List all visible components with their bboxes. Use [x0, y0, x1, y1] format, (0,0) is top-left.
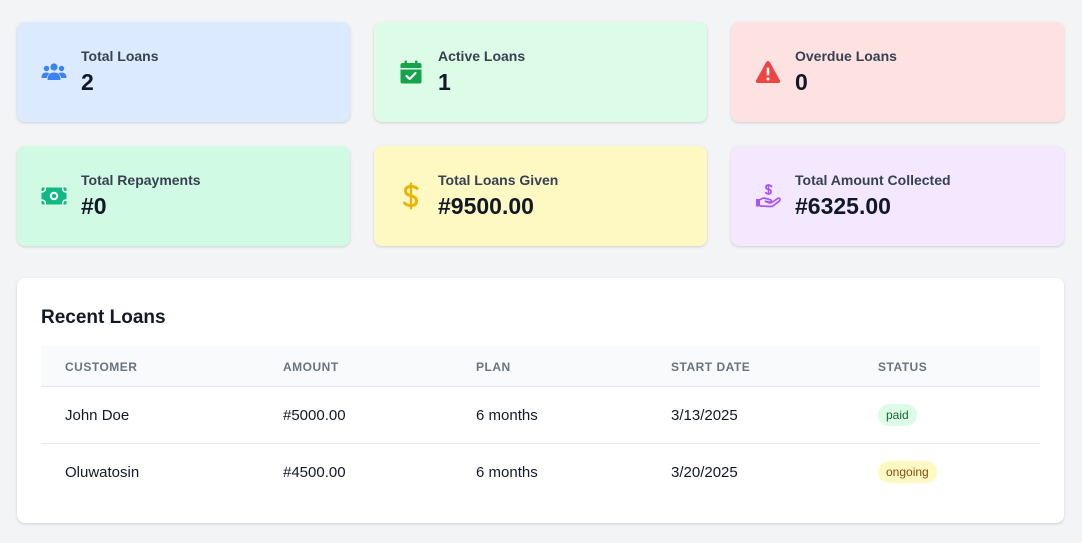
start-date-cell: 3/13/2025: [671, 407, 738, 424]
stat-label: Total Loans: [81, 48, 159, 64]
status-badge: paid: [878, 404, 917, 426]
warning-icon: [755, 59, 781, 85]
start-date-cell: 3/20/2025: [671, 464, 738, 481]
panel-title: Recent Loans: [41, 307, 166, 328]
dollar-icon: [398, 182, 424, 210]
money-bill-icon: [41, 183, 67, 209]
stat-value: #9500.00: [438, 193, 534, 219]
hand-holding-dollar-icon: [755, 183, 781, 209]
plan-cell: 6 months: [476, 464, 538, 481]
stat-card-total-repayments: Total Repayments #0: [17, 146, 350, 246]
customer-cell: John Doe: [65, 407, 130, 424]
stat-label: Active Loans: [438, 48, 526, 64]
table-row[interactable]: John Doe #5000.00 6 months 3/13/2025 pai…: [41, 387, 1040, 444]
column-header-plan: PLAN: [476, 360, 511, 374]
amount-cell: #5000.00: [283, 407, 346, 424]
amount-cell: #4500.00: [283, 464, 346, 481]
table-header: CUSTOMER AMOUNT PLAN START DATE STATUS: [41, 346, 1040, 387]
stat-card-active-loans: Active Loans 1: [374, 22, 707, 122]
status-badge: ongoing: [878, 461, 937, 483]
stat-value: 2: [81, 69, 94, 95]
stat-label: Total Loans Given: [438, 172, 559, 188]
stat-card-total-loans-given: Total Loans Given #9500.00: [374, 146, 707, 246]
column-header-start-date: START DATE: [671, 360, 751, 374]
stat-value: #6325.00: [795, 193, 891, 219]
stat-value: #0: [81, 193, 107, 219]
stat-card-total-amount-collected: Total Amount Collected #6325.00: [731, 146, 1064, 246]
stat-card-total-loans: Total Loans 2: [17, 22, 350, 122]
table-row[interactable]: Oluwatosin #4500.00 6 months 3/20/2025 o…: [41, 444, 1040, 501]
calendar-check-icon: [398, 59, 424, 85]
column-header-customer: CUSTOMER: [65, 360, 138, 374]
column-header-status: STATUS: [878, 360, 928, 374]
plan-cell: 6 months: [476, 407, 538, 424]
recent-loans-table: CUSTOMER AMOUNT PLAN START DATE STATUS J…: [41, 346, 1040, 501]
stat-label: Total Amount Collected: [795, 172, 951, 188]
stat-label: Overdue Loans: [795, 48, 897, 64]
customer-cell: Oluwatosin: [65, 464, 140, 481]
column-header-amount: AMOUNT: [283, 360, 339, 374]
stat-value: 0: [795, 69, 808, 95]
stat-value: 1: [438, 69, 451, 95]
stat-card-overdue-loans: Overdue Loans 0: [731, 22, 1064, 122]
recent-loans-panel: Recent Loans CUSTOMER AMOUNT PLAN START …: [17, 278, 1064, 523]
users-icon: [41, 59, 67, 85]
stat-label: Total Repayments: [81, 172, 201, 188]
